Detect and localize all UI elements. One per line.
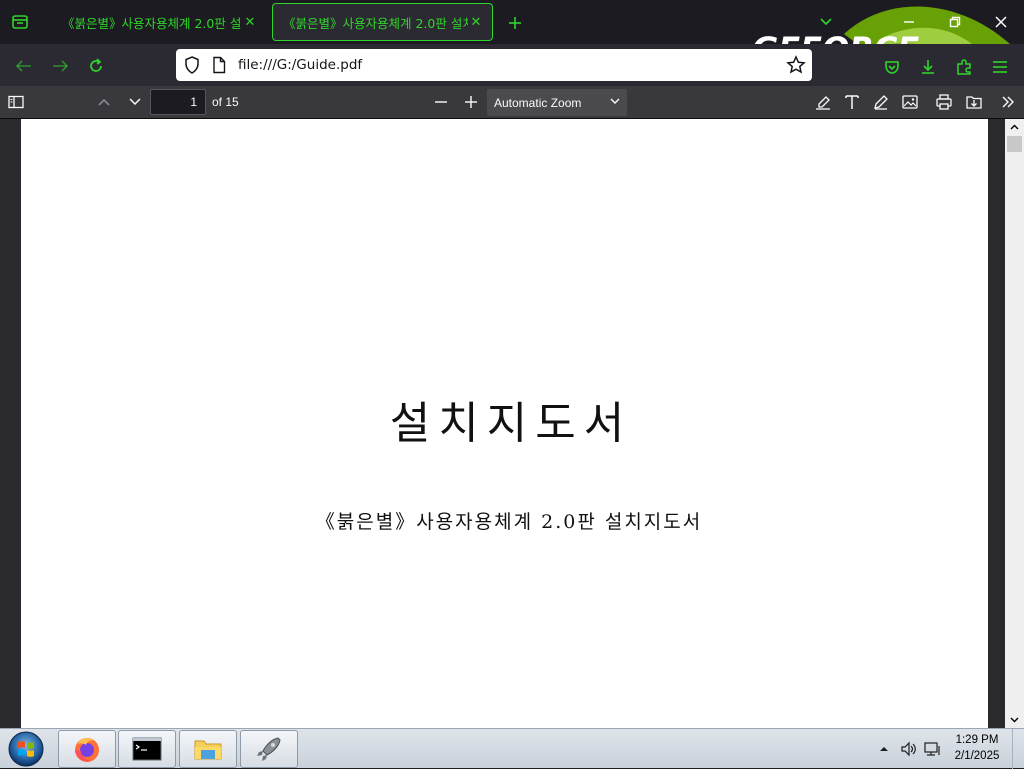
taskbar-command-prompt[interactable] [118, 730, 176, 768]
shield-icon[interactable] [184, 56, 200, 74]
pdf-viewer[interactable]: 설치지도서 《붉은별》사용자용체계 2.0판 설치지도서 [0, 119, 1024, 728]
tab-close-button[interactable]: ✕ [242, 15, 258, 30]
zoom-in-button[interactable] [459, 91, 483, 113]
downloads-button[interactable] [916, 55, 940, 79]
volume-icon[interactable] [900, 741, 918, 757]
vertical-scrollbar[interactable] [1005, 119, 1024, 728]
extensions-button[interactable] [952, 55, 976, 79]
pocket-icon [885, 61, 899, 74]
double-chevron-right-icon [1002, 96, 1014, 108]
puzzle-icon [957, 59, 971, 75]
image-icon [902, 95, 918, 109]
command-prompt-icon [132, 737, 162, 761]
pocket-button[interactable] [880, 55, 904, 79]
clock-date: 2/1/2025 [954, 750, 1000, 762]
system-clock[interactable]: 1:29 PM 2/1/2025 [942, 732, 1012, 764]
tab-title: 《붉은별》사용자용체계 2.0판 설치 [62, 15, 242, 31]
arrow-left-icon [15, 60, 31, 72]
document-subtitle: 《붉은별》사용자용체계 2.0판 설치지도서 [315, 511, 703, 533]
save-button[interactable] [962, 91, 986, 113]
image-tool-button[interactable] [898, 91, 922, 113]
clock-time: 1:29 PM [955, 734, 999, 746]
sidebar-icon [8, 95, 24, 109]
save-download-icon [966, 96, 982, 109]
page-number-input[interactable]: 1 [150, 89, 206, 115]
reload-button[interactable] [82, 52, 110, 80]
network-icon[interactable] [924, 741, 942, 757]
taskbar-file-explorer[interactable] [179, 730, 237, 768]
scroll-down-arrow-icon [1010, 717, 1019, 723]
forward-button[interactable] [46, 52, 74, 80]
pdf-page: 설치지도서 《붉은별》사용자용체계 2.0판 설치지도서 [21, 119, 988, 728]
bookmark-star-icon[interactable] [786, 55, 806, 75]
show-hidden-icons-icon[interactable] [879, 745, 889, 753]
document-title: 설치지도서 [389, 398, 633, 449]
taskbar-app-rocket[interactable] [240, 730, 298, 768]
url-text: file:///G:/Guide.pdf [238, 57, 363, 73]
close-icon [995, 16, 1007, 28]
tools-menu-button[interactable] [996, 91, 1020, 113]
reload-icon [90, 58, 102, 72]
folder-icon [194, 740, 222, 760]
scrollbar-thumb[interactable] [1007, 136, 1022, 152]
highlighter-icon [816, 96, 830, 110]
show-desktop-button[interactable] [1012, 729, 1024, 769]
toggle-sidebar-button[interactable] [4, 91, 28, 113]
pen-icon [874, 95, 888, 110]
tab-title: 《붉은별》사용자용체계 2.0판 설치 [283, 15, 468, 31]
pdf-toolbar: 1 of 15 Automatic Zoom [0, 86, 1024, 119]
url-bar[interactable]: file:///G:/Guide.pdf [176, 49, 812, 81]
tab-close-button[interactable]: ✕ [468, 15, 484, 30]
page-icon [213, 56, 226, 74]
minimize-button[interactable] [894, 8, 924, 36]
browser-tab-2-active[interactable]: 《붉은별》사용자용체계 2.0판 설치 ✕ [272, 3, 493, 41]
page-count-label: of 15 [212, 95, 239, 109]
scroll-up-arrow-icon [1010, 124, 1019, 130]
minus-icon [435, 101, 447, 103]
back-button[interactable] [10, 52, 38, 80]
text-tool-button[interactable] [840, 91, 864, 113]
minimize-icon [904, 21, 914, 23]
close-window-button[interactable] [986, 8, 1016, 36]
windows-orb-icon [8, 731, 44, 767]
zoom-out-button[interactable] [429, 91, 453, 113]
restore-button[interactable] [940, 8, 970, 36]
browser-tab-1[interactable]: 《붉은별》사용자용체계 2.0판 설치 ✕ [52, 3, 266, 41]
plus-icon [465, 96, 477, 108]
zoom-select-value: Automatic Zoom [494, 96, 582, 110]
chevron-down-icon [129, 98, 141, 106]
navigation-bar: file:///G:/Guide.pdf [0, 44, 1024, 86]
zoom-select[interactable]: Automatic Zoom [487, 89, 627, 116]
taskbar: 1:29 PM 2/1/2025 [0, 728, 1024, 769]
download-icon [922, 60, 934, 74]
firefox-view-button[interactable] [8, 10, 32, 34]
new-tab-button[interactable] [502, 10, 528, 36]
firefox-icon [75, 737, 99, 762]
hamburger-menu-icon [993, 61, 1007, 73]
list-all-tabs-button[interactable] [815, 10, 837, 34]
print-button[interactable] [932, 91, 956, 113]
rocket-icon [257, 737, 281, 761]
plus-icon [509, 17, 521, 29]
scroll-down-button[interactable] [1005, 712, 1024, 728]
text-icon [845, 95, 859, 109]
arrow-right-icon [53, 60, 69, 72]
previous-page-button[interactable] [92, 91, 116, 113]
app-menu-button[interactable] [988, 55, 1012, 79]
chevron-up-icon [98, 98, 110, 106]
firefox-view-icon [12, 15, 28, 29]
next-page-button[interactable] [123, 91, 147, 113]
start-button[interactable] [6, 730, 46, 768]
highlight-tool-button[interactable] [811, 91, 835, 113]
tab-strip: 《붉은별》사용자용체계 2.0판 설치 ✕ 《붉은별》사용자용체계 2.0판 설… [0, 0, 1024, 84]
scroll-up-button[interactable] [1005, 119, 1024, 135]
draw-tool-button[interactable] [869, 91, 893, 113]
restore-icon [949, 16, 961, 28]
taskbar-firefox[interactable] [58, 730, 116, 768]
chevron-down-icon [820, 18, 832, 26]
chevron-down-icon [610, 98, 620, 104]
printer-icon [936, 94, 952, 110]
